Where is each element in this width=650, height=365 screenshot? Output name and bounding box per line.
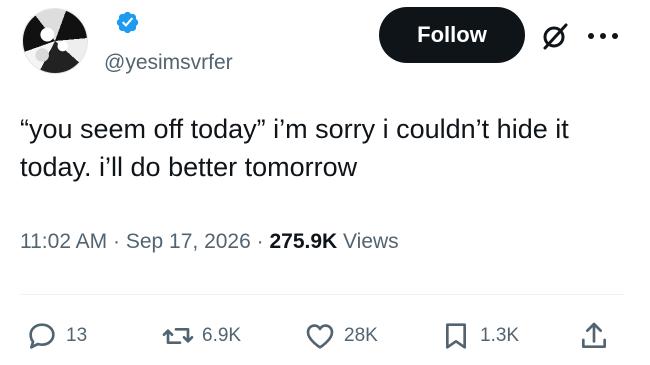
reply-count: 13 bbox=[66, 325, 88, 346]
repost-button[interactable]: 6.9K bbox=[162, 316, 241, 356]
user-handle[interactable]: @yesimsvrfer bbox=[104, 51, 233, 75]
tweet-time[interactable]: 11:02 AM bbox=[20, 230, 107, 253]
reply-icon bbox=[29, 323, 55, 349]
bookmark-count: 1.3K bbox=[480, 325, 520, 346]
like-button[interactable]: 28K bbox=[304, 316, 378, 356]
avatar[interactable] bbox=[22, 8, 88, 74]
verified-badge-icon bbox=[116, 11, 139, 34]
heart-icon bbox=[306, 324, 334, 349]
more-icon[interactable] bbox=[583, 28, 623, 44]
tweet-date[interactable]: Sep 17, 2026 bbox=[126, 230, 251, 253]
repost-icon bbox=[162, 328, 194, 344]
repost-count: 6.9K bbox=[202, 325, 242, 346]
tweet-meta: 11:02 AM · Sep 17, 2026 · 275.9K Views bbox=[20, 230, 399, 254]
views-count: 275.9K bbox=[269, 230, 338, 253]
share-button[interactable] bbox=[578, 316, 610, 356]
tweet-text: “you seem off today” i’m sorry i couldn’… bbox=[20, 114, 569, 182]
follow-button[interactable]: Follow bbox=[379, 7, 525, 63]
meta-separator: · bbox=[113, 230, 126, 253]
bookmark-icon bbox=[446, 323, 466, 349]
grok-icon[interactable] bbox=[539, 20, 571, 52]
views-label: Views bbox=[343, 230, 399, 253]
share-icon bbox=[582, 322, 606, 348]
like-count: 28K bbox=[344, 325, 378, 346]
reply-button[interactable]: 13 bbox=[26, 316, 87, 356]
meta-separator: · bbox=[256, 230, 270, 253]
bookmark-button[interactable]: 1.3K bbox=[440, 316, 519, 356]
divider bbox=[20, 294, 624, 295]
